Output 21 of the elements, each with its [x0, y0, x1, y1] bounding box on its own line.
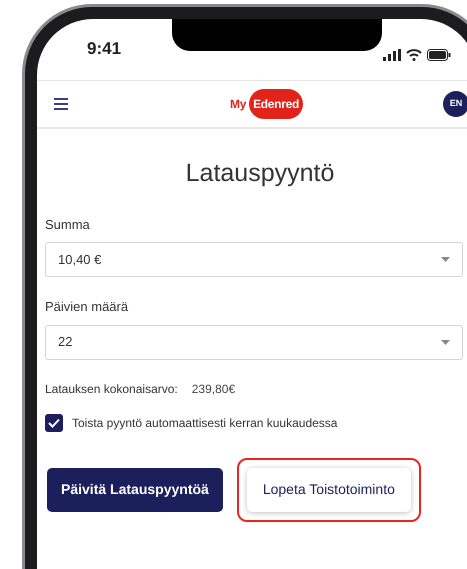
- wifi-icon: [406, 49, 422, 61]
- action-button[interactable]: Lopeta Toistotoiminto: [246, 468, 411, 512]
- battery-icon: [427, 49, 451, 61]
- total-value: 239,80€: [192, 380, 236, 398]
- dropdown-caret-icon: [441, 257, 450, 262]
- field-label: Päivien määrä: [45, 298, 130, 316]
- action-button[interactable]: Päivitä Latauspyyntöä: [47, 468, 223, 512]
- select-field[interactable]: 22: [45, 324, 463, 360]
- menu-icon[interactable]: [54, 98, 68, 110]
- checkbox[interactable]: [45, 414, 63, 432]
- signal-icon: [383, 49, 401, 61]
- select-field[interactable]: 10,40 €: [45, 242, 463, 277]
- language-button[interactable]: EN: [443, 91, 467, 117]
- dropdown-caret-icon: [441, 340, 450, 344]
- field-label: Summa: [45, 216, 91, 234]
- page-title: Latauspyyntö: [184, 158, 336, 189]
- checkmark-icon: [48, 418, 60, 428]
- checkbox-label: Toista pyyntö automaattisesti kerran kuukaudessa: [72, 414, 338, 432]
- brand-logo: My Edenred: [230, 88, 303, 120]
- status-time: 9:41: [87, 38, 122, 60]
- total-label: Latauksen kokonaisarvo:: [45, 380, 178, 398]
